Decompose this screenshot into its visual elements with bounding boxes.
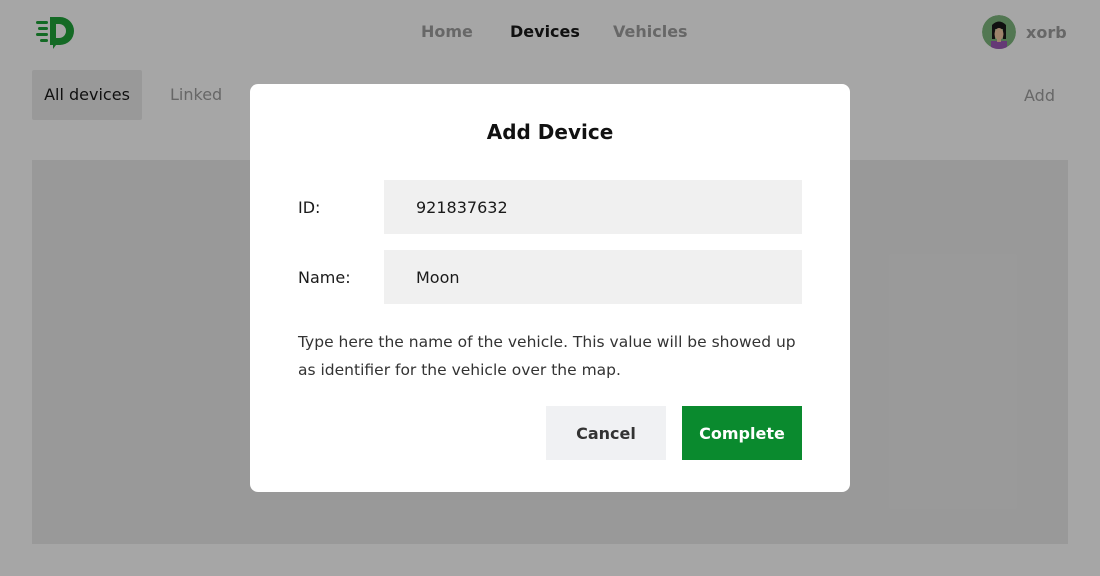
name-label: Name: (298, 268, 351, 287)
complete-button[interactable]: Complete (682, 406, 802, 460)
name-input[interactable] (384, 250, 802, 304)
name-helper-text: Type here the name of the vehicle. This … (298, 333, 796, 379)
add-device-dialog: Add Device ID: Name: Type here the name … (250, 84, 850, 492)
id-input[interactable] (384, 180, 802, 234)
dialog-title: Add Device (486, 120, 614, 144)
id-label: ID: (298, 198, 321, 217)
cancel-button[interactable]: Cancel (546, 406, 666, 460)
app-page: Home Devices Vehicles xorb All devices L… (0, 0, 1100, 576)
